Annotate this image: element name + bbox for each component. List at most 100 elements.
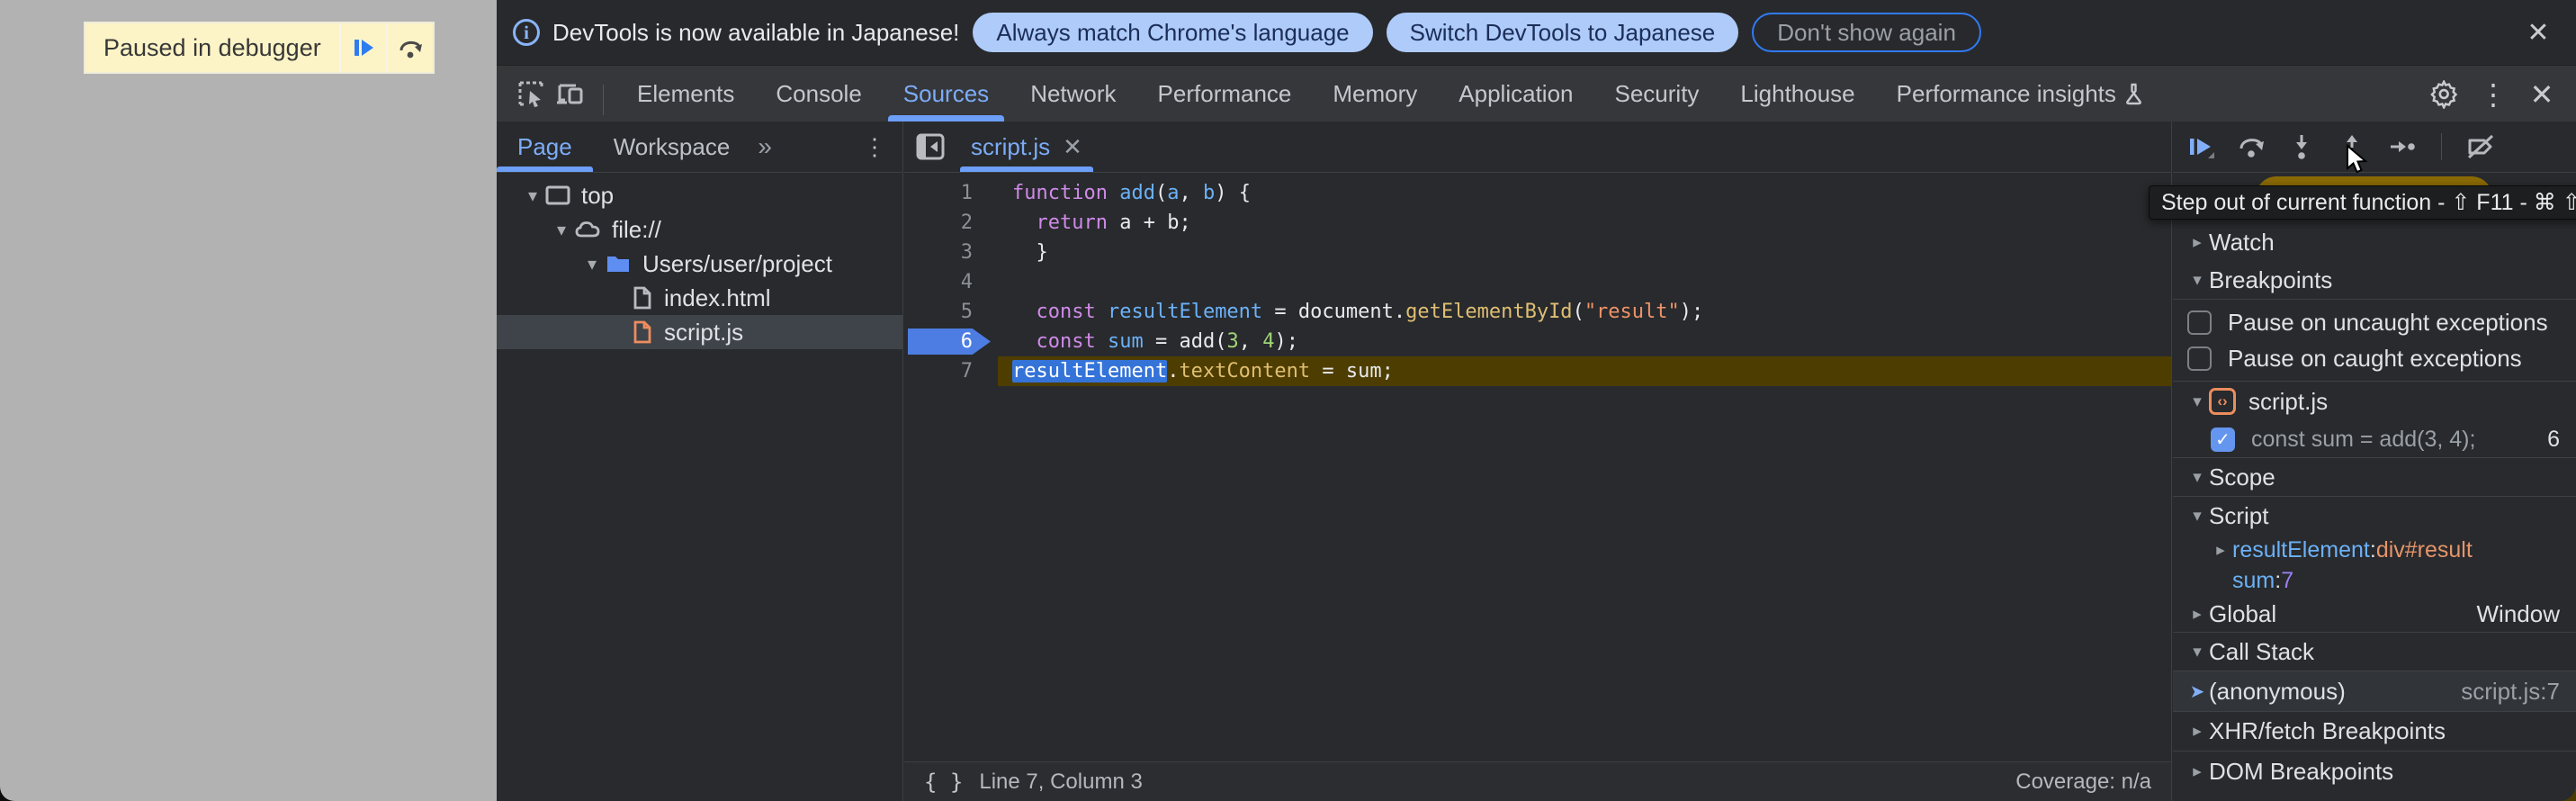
editor-tab-script-js[interactable]: script.js ✕ <box>956 122 1097 172</box>
step-icon <box>2388 132 2417 161</box>
code-line-4[interactable]: 4 <box>904 267 2171 297</box>
line-gutter[interactable]: 4 <box>904 267 998 297</box>
editor-tab-close-icon[interactable]: ✕ <box>1063 133 1082 161</box>
deactivate-breakpoints-button[interactable] <box>2465 131 2496 162</box>
expand-caret-icon[interactable]: ▾ <box>520 184 545 207</box>
watch-section-header[interactable]: ▸ Watch <box>2173 223 2576 261</box>
pretty-print-button[interactable]: { } <box>924 770 963 795</box>
step-over-icon <box>2237 132 2266 161</box>
step-out-tooltip: Step out of current function - ⇧ F11 - ⌘… <box>2149 185 2576 220</box>
tab-performance-insights[interactable]: Performance insights <box>1876 66 2166 122</box>
expand-caret-icon[interactable]: ▾ <box>549 219 574 241</box>
breakpoint-checkbox[interactable]: ✓ <box>2211 428 2235 452</box>
line-gutter[interactable]: 5 <box>904 297 998 327</box>
notification-message: DevTools is now available in Japanese! <box>552 19 959 47</box>
tab-sources[interactable]: Sources <box>883 66 1010 122</box>
notification-close-button[interactable]: ✕ <box>2520 14 2556 50</box>
resume-script-button[interactable] <box>2186 131 2216 162</box>
scope-script-group[interactable]: ▾ Script <box>2173 497 2576 535</box>
code-line-7[interactable]: 7resultElement.textContent = sum; <box>904 356 2171 386</box>
overlay-resume-button[interactable] <box>339 23 386 72</box>
code-text <box>998 267 2171 297</box>
editor-status-bar: { } Line 7, Column 3 Coverage: n/a <box>904 761 2171 801</box>
breakpoint-line-number: 6 <box>2547 427 2576 453</box>
caret-right-icon: ▸ <box>2186 232 2209 253</box>
tab-memory[interactable]: Memory <box>1312 66 1438 122</box>
pause-uncaught-row[interactable]: Pause on uncaught exceptions <box>2173 304 2576 340</box>
step-into-button[interactable] <box>2286 131 2317 162</box>
tab-network[interactable]: Network <box>1010 66 1136 122</box>
step-over-button[interactable] <box>2236 131 2266 162</box>
xhr-breakpoints-section-header[interactable]: ▸ XHR/fetch Breakpoints <box>2173 712 2576 751</box>
match-chrome-language-button[interactable]: Always match Chrome's language <box>973 13 1372 52</box>
gear-icon <box>2430 80 2459 109</box>
tab-performance[interactable]: Performance <box>1137 66 1313 122</box>
code-line-1[interactable]: 1function add(a, b) { <box>904 178 2171 208</box>
tab-console[interactable]: Console <box>755 66 882 122</box>
tab-application[interactable]: Application <box>1438 66 1593 122</box>
inspect-element-button[interactable] <box>511 74 551 113</box>
tree-item-index-html[interactable]: index.html <box>497 281 902 315</box>
caret-down-icon: ▾ <box>2186 270 2209 291</box>
devtools-close-button[interactable]: ✕ <box>2522 75 2562 114</box>
debugger-toolbar <box>2173 122 2576 173</box>
code-line-5[interactable]: 5 const resultElement = document.getElem… <box>904 297 2171 327</box>
code-line-2[interactable]: 2 return a + b; <box>904 208 2171 238</box>
hide-navigator-button[interactable] <box>904 122 956 172</box>
navigator-more-tabs-button[interactable]: » <box>750 122 776 172</box>
breakpoint-file-group[interactable]: ▾ ‹› script.js <box>2173 382 2576 421</box>
pause-uncaught-checkbox[interactable] <box>2187 310 2212 335</box>
code-lines[interactable]: 1function add(a, b) {2 return a + b;3 }4… <box>904 173 2171 386</box>
tab-elements[interactable]: Elements <box>616 66 755 122</box>
deactivate-breakpoints-icon <box>2465 132 2496 161</box>
navigator-tab-page[interactable]: Page <box>497 122 593 172</box>
pause-caught-row[interactable]: Pause on caught exceptions <box>2173 340 2576 376</box>
editor-tab-bar: script.js ✕ <box>904 122 2171 173</box>
pause-caught-checkbox[interactable] <box>2187 346 2212 371</box>
settings-gear-button[interactable] <box>2425 75 2464 114</box>
scope-var-sum[interactable]: sum: 7 <box>2173 566 2576 596</box>
line-gutter[interactable]: 3 <box>904 238 998 267</box>
more-options-kebab-button[interactable]: ⋮ <box>2473 75 2513 114</box>
breakpoint-badge <box>908 328 991 355</box>
folder-icon <box>605 252 632 275</box>
code-line-6[interactable]: 6 const sum = add(3, 4); <box>904 327 2171 356</box>
dom-breakpoints-section-header[interactable]: ▸ DOM Breakpoints <box>2173 752 2576 791</box>
overlay-step-over-button[interactable] <box>386 23 433 72</box>
tree-item-top[interactable]: ▾ top <box>497 178 902 212</box>
scope-var-result-element[interactable]: ▸ resultElement: div#result <box>2173 535 2576 566</box>
paused-in-debugger-banner: Paused in debugger <box>84 22 435 74</box>
resume-icon <box>352 36 375 59</box>
line-gutter[interactable]: 1 <box>904 178 998 208</box>
sources-navigator-pane: Page Workspace » ⋮ ▾ top ▾ <box>497 122 903 801</box>
script-file-icon: ‹› <box>2209 388 2236 415</box>
scope-global-group[interactable]: ▸ Global Window <box>2173 596 2576 632</box>
tree-item-script-js[interactable]: script.js <box>497 315 902 349</box>
scope-section-header[interactable]: ▾ Scope <box>2173 458 2576 496</box>
navigator-header: Page Workspace » ⋮ <box>497 122 902 173</box>
debugger-sections: ▸ Watch ▾ Breakpoints Pause on uncaught … <box>2173 173 2576 791</box>
breakpoints-section-header[interactable]: ▾ Breakpoints <box>2173 261 2576 299</box>
flask-icon <box>2125 82 2145 105</box>
caret-down-icon: ▾ <box>2186 392 2209 412</box>
tree-item-project-folder[interactable]: ▾ Users/user/project <box>497 247 902 281</box>
breakpoint-gutter[interactable]: 6 <box>904 327 998 356</box>
code-line-3[interactable]: 3 } <box>904 238 2171 267</box>
call-stack-frame[interactable]: ➤ (anonymous) script.js:7 <box>2173 671 2576 711</box>
device-toolbar-button[interactable] <box>551 74 590 113</box>
navigator-kebab-button[interactable]: ⋮ <box>863 122 886 173</box>
tab-security[interactable]: Security <box>1594 66 1720 122</box>
navigator-tab-workspace[interactable]: Workspace <box>593 122 751 172</box>
caret-right-icon: ▸ <box>2186 761 2209 782</box>
notification-bar: i DevTools is now available in Japanese!… <box>497 0 2576 65</box>
tree-item-file-origin[interactable]: ▾ file:// <box>497 212 902 247</box>
tab-lighthouse[interactable]: Lighthouse <box>1719 66 1875 122</box>
line-gutter[interactable]: 7 <box>904 356 998 386</box>
call-stack-section-header[interactable]: ▾ Call Stack <box>2173 633 2576 670</box>
breakpoint-entry[interactable]: ✓ const sum = add(3, 4); 6 <box>2173 421 2576 457</box>
line-gutter[interactable]: 2 <box>904 208 998 238</box>
step-button[interactable] <box>2387 131 2418 162</box>
switch-to-japanese-button[interactable]: Switch DevTools to Japanese <box>1387 13 1739 52</box>
expand-caret-icon[interactable]: ▾ <box>579 253 605 275</box>
dont-show-again-button[interactable]: Don't show again <box>1752 13 1981 52</box>
